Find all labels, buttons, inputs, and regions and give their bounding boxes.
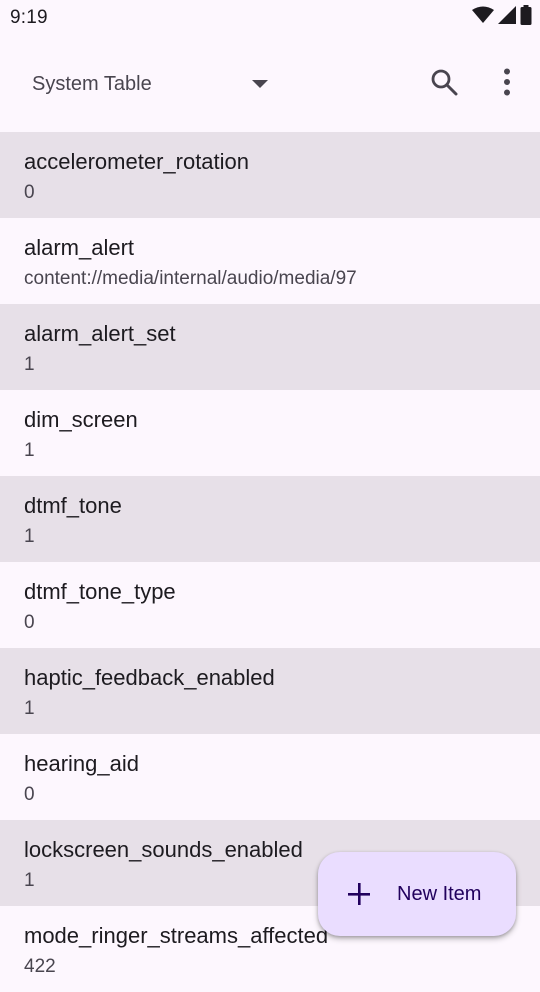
search-button[interactable] — [420, 60, 468, 108]
status-bar: 9:19 — [0, 0, 540, 36]
item-value: 0 — [24, 612, 35, 633]
item-value: 422 — [24, 956, 56, 977]
new-item-label: New Item — [397, 883, 482, 905]
list-item[interactable]: accelerometer_rotation 0 — [0, 132, 540, 218]
list-item[interactable]: dtmf_tone_type 0 — [0, 562, 540, 648]
battery-icon — [520, 4, 532, 30]
new-item-button[interactable]: New Item — [318, 852, 516, 936]
chevron-down-icon — [252, 80, 268, 88]
status-icons — [472, 4, 532, 30]
item-key: dtmf_tone — [24, 493, 122, 518]
list-item[interactable]: alarm_alert_set 1 — [0, 304, 540, 390]
wifi-icon — [472, 6, 494, 29]
table-selector-label: System Table — [32, 73, 152, 95]
item-key: haptic_feedback_enabled — [24, 665, 275, 690]
overflow-menu-button[interactable] — [483, 60, 531, 108]
list-item[interactable]: dim_screen 1 — [0, 390, 540, 476]
item-key: lockscreen_sounds_enabled — [24, 837, 303, 862]
item-key: accelerometer_rotation — [24, 149, 250, 174]
search-icon — [430, 68, 458, 101]
item-key: alarm_alert_set — [24, 321, 176, 346]
table-selector-dropdown[interactable]: System Table — [16, 60, 286, 108]
list-item[interactable]: hearing_aid 0 — [0, 734, 540, 820]
plus-icon — [347, 882, 371, 906]
status-time: 9:19 — [10, 7, 48, 28]
top-toolbar: System Table — [0, 36, 540, 132]
list-item[interactable]: dtmf_tone 1 — [0, 476, 540, 562]
item-key: dim_screen — [24, 407, 138, 432]
list-item[interactable]: alarm_alert content://media/internal/aud… — [0, 218, 540, 304]
item-value: 1 — [24, 440, 35, 461]
item-value: 1 — [24, 870, 35, 891]
item-key: mode_ringer_streams_affected — [24, 923, 329, 948]
more-vert-icon — [503, 68, 511, 101]
item-value: 1 — [24, 698, 35, 719]
item-value: 0 — [24, 784, 35, 805]
item-value: 0 — [24, 182, 35, 203]
item-key: alarm_alert — [24, 235, 135, 260]
item-value: 1 — [24, 354, 35, 375]
item-key: hearing_aid — [24, 751, 139, 776]
list-item[interactable]: haptic_feedback_enabled 1 — [0, 648, 540, 734]
item-value: content://media/internal/audio/media/97 — [24, 268, 357, 289]
cell-signal-icon — [498, 5, 516, 29]
item-value: 1 — [24, 526, 35, 547]
item-key: dtmf_tone_type — [24, 579, 176, 604]
